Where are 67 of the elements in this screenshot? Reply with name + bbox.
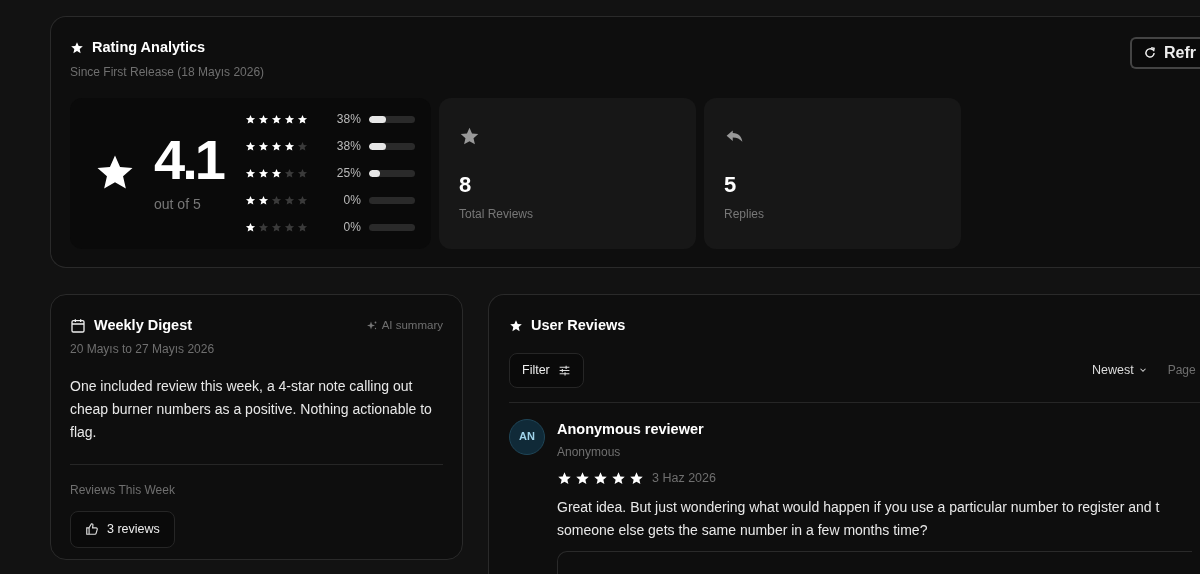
- filled-star-icon: [283, 140, 295, 152]
- star-icon: [459, 126, 480, 147]
- review-date: 3 Haz 2026: [652, 470, 716, 488]
- filled-star-icon: [257, 167, 269, 179]
- filled-star-icon: [557, 471, 572, 487]
- empty-star-icon: [270, 194, 282, 206]
- stat-label: Replies: [724, 205, 766, 223]
- filled-star-icon: [629, 471, 644, 487]
- empty-star-icon: [296, 194, 308, 206]
- filled-star-icon: [257, 113, 269, 125]
- percentage: 25%: [335, 165, 361, 183]
- section-title: User Reviews: [531, 316, 626, 335]
- section-title: Rating Analytics: [92, 38, 206, 57]
- star-icon: [70, 40, 84, 55]
- filled-star-icon: [270, 113, 282, 125]
- review-count-chip: 3 reviews: [70, 510, 175, 548]
- thumbs-up-icon: [85, 522, 99, 537]
- sort-dropdown[interactable]: Newest: [1092, 360, 1148, 380]
- filled-star-icon: [244, 194, 256, 206]
- refresh-button[interactable]: Refr: [1130, 37, 1200, 69]
- empty-star-icon: [257, 221, 269, 233]
- percentage: 0%: [342, 219, 361, 237]
- avatar: AN: [509, 418, 545, 455]
- filled-star-icon: [283, 113, 295, 125]
- average-rating: 4.1: [154, 131, 223, 188]
- calendar-icon: [70, 317, 86, 334]
- summary-text: One included review this week, a 4-star note calling out cheap burner numbers as a positive. Nothing actionable to flag.: [70, 376, 433, 442]
- stat-value: 5: [724, 170, 738, 199]
- filled-star-icon: [244, 167, 256, 179]
- ai-summary-label: AI summary: [381, 318, 443, 334]
- empty-star-icon: [296, 140, 308, 152]
- refresh-icon: [1143, 46, 1157, 60]
- percentage: 0%: [342, 192, 361, 210]
- section-title: Weekly Digest: [94, 316, 193, 335]
- rating-scale: out of 5: [154, 194, 202, 214]
- filled-star-icon: [270, 167, 282, 179]
- filled-star-icon: [593, 471, 608, 487]
- empty-star-icon: [296, 167, 308, 179]
- filled-star-icon: [257, 140, 269, 152]
- reviewer-name: Anonymous reviewer: [557, 419, 705, 439]
- filled-star-icon: [244, 140, 256, 152]
- filled-star-icon: [575, 471, 590, 487]
- review-text: Great idea. But just wondering what would happen if you use a particular number to register and t someone else gets the same number in a few months time?: [557, 498, 1161, 540]
- percentage: 38%: [335, 138, 361, 156]
- sparkle-icon: [365, 319, 378, 332]
- filled-star-icon: [257, 194, 269, 206]
- star-icon: [509, 318, 523, 333]
- empty-star-icon: [270, 221, 282, 233]
- section-subtitle: Since First Release (18 Mayıs 2026): [70, 63, 265, 81]
- empty-star-icon: [283, 194, 295, 206]
- date-range: 20 Mayıs to 27 Mayıs 2026: [70, 340, 216, 358]
- sliders-icon: [557, 363, 571, 377]
- filled-star-icon: [611, 471, 626, 487]
- filter-button[interactable]: Filter: [509, 352, 584, 388]
- empty-star-icon: [283, 221, 295, 233]
- filled-star-icon: [270, 140, 282, 152]
- filled-star-icon: [296, 113, 308, 125]
- reviewer-type: Anonymous: [557, 444, 622, 462]
- filled-star-icon: [244, 221, 256, 233]
- stat-label: Total Reviews: [459, 205, 535, 223]
- empty-star-icon: [296, 221, 308, 233]
- page-label: Page: [1167, 362, 1196, 380]
- filled-star-icon: [244, 113, 256, 125]
- stat-value: 8: [459, 170, 473, 199]
- percentage: 38%: [335, 111, 361, 129]
- section-label: Reviews This Week: [70, 481, 176, 499]
- empty-star-icon: [283, 167, 295, 179]
